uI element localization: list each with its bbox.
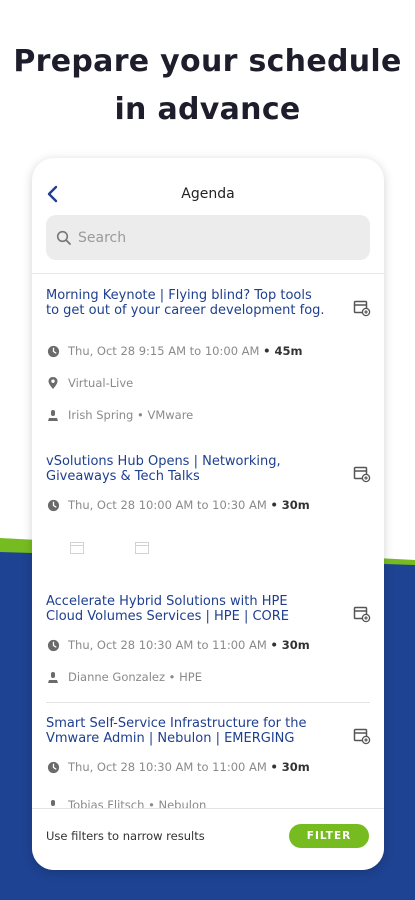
session-speaker: Irish Spring • VMware bbox=[46, 408, 193, 422]
session-duration: • 30m bbox=[270, 760, 310, 774]
list-item[interactable]: Accelerate Hybrid Solutions with HPE Clo… bbox=[32, 594, 384, 694]
session-speaker-text: Dianne Gonzalez • HPE bbox=[68, 670, 202, 684]
session-time-text: Thu, Oct 28 10:30 AM to 11:00 AM bbox=[68, 638, 267, 652]
session-time-text: Thu, Oct 28 10:00 AM to 10:30 AM bbox=[68, 498, 267, 512]
list-item[interactable]: vSolutions Hub Opens | Networking, Givea… bbox=[32, 454, 384, 574]
location-pin-icon bbox=[46, 376, 60, 390]
session-title[interactable]: Smart Self-Service Infrastructure for th… bbox=[46, 716, 326, 746]
session-speaker: Tobias Flitsch • Nebulon bbox=[46, 798, 206, 808]
calendar-add-icon bbox=[353, 728, 371, 745]
headline-line-2: in advance bbox=[114, 92, 301, 127]
placeholder-image-icon bbox=[135, 541, 149, 559]
list-item[interactable]: Morning Keynote | Flying blind? Top tool… bbox=[32, 288, 384, 436]
search-icon bbox=[56, 229, 74, 247]
session-duration: • 30m bbox=[270, 498, 310, 512]
divider bbox=[46, 702, 370, 703]
speaker-icon bbox=[46, 408, 60, 422]
session-title[interactable]: Accelerate Hybrid Solutions with HPE Clo… bbox=[46, 594, 326, 624]
search-bar[interactable] bbox=[46, 215, 370, 260]
add-to-calendar-button[interactable] bbox=[352, 604, 372, 624]
session-duration: • 30m bbox=[270, 638, 310, 652]
session-time: Thu, Oct 28 10:30 AM to 11:00 AM • 30m bbox=[46, 638, 310, 652]
session-list[interactable]: Morning Keynote | Flying blind? Top tool… bbox=[32, 274, 384, 808]
session-speaker-text: Tobias Flitsch • Nebulon bbox=[68, 798, 207, 808]
add-to-calendar-button[interactable] bbox=[352, 726, 372, 746]
headline-line-1: Prepare your schedule bbox=[13, 44, 402, 79]
filter-footer: Use filters to narrow results FILTER bbox=[32, 808, 384, 870]
session-time: Thu, Oct 28 9:15 AM to 10:00 AM • 45m bbox=[46, 344, 302, 358]
speaker-icon bbox=[46, 798, 60, 808]
placeholder-image-icon bbox=[70, 541, 84, 559]
list-item[interactable]: Smart Self-Service Infrastructure for th… bbox=[32, 716, 384, 808]
calendar-add-icon bbox=[353, 466, 371, 483]
clock-icon bbox=[46, 344, 60, 358]
session-location: Virtual-Live bbox=[46, 376, 133, 390]
session-time: Thu, Oct 28 10:00 AM to 10:30 AM • 30m bbox=[46, 498, 310, 512]
filter-hint: Use filters to narrow results bbox=[46, 829, 205, 843]
session-time: Thu, Oct 28 10:30 AM to 11:00 AM • 30m bbox=[46, 760, 310, 774]
clock-icon bbox=[46, 760, 60, 774]
add-to-calendar-button[interactable] bbox=[352, 464, 372, 484]
clock-icon bbox=[46, 498, 60, 512]
session-title[interactable]: Morning Keynote | Flying blind? Top tool… bbox=[46, 288, 326, 318]
add-to-calendar-button[interactable] bbox=[352, 298, 372, 318]
calendar-add-icon bbox=[353, 300, 371, 317]
search-input[interactable] bbox=[78, 229, 328, 246]
session-location-text: Virtual-Live bbox=[68, 376, 134, 390]
session-speaker-text: Irish Spring • VMware bbox=[68, 408, 194, 422]
clock-icon bbox=[46, 638, 60, 652]
session-speaker: Dianne Gonzalez • HPE bbox=[46, 670, 202, 684]
session-time-text: Thu, Oct 28 10:30 AM to 11:00 AM bbox=[68, 760, 267, 774]
session-title[interactable]: vSolutions Hub Opens | Networking, Givea… bbox=[46, 454, 326, 484]
agenda-header: Agenda bbox=[32, 158, 384, 274]
session-time-text: Thu, Oct 28 9:15 AM to 10:00 AM bbox=[68, 344, 260, 358]
speaker-icon bbox=[46, 670, 60, 684]
filter-button[interactable]: FILTER bbox=[289, 824, 369, 848]
calendar-add-icon bbox=[353, 606, 371, 623]
promo-headline: Prepare your schedule in advance bbox=[0, 38, 415, 134]
page-title: Agenda bbox=[181, 186, 235, 202]
session-duration: • 45m bbox=[263, 344, 303, 358]
agenda-screen: Agenda Morning Keynote | Flying blind? T… bbox=[32, 158, 384, 870]
